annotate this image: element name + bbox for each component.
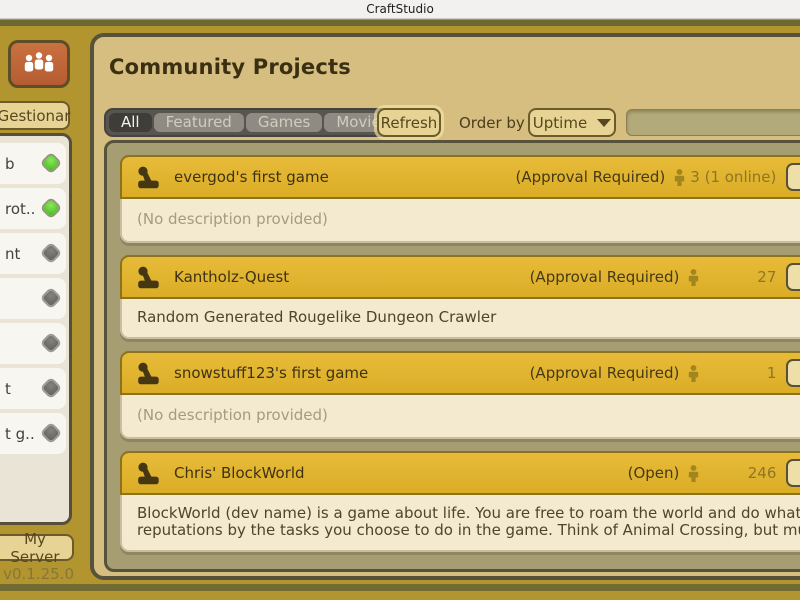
- refresh-button[interactable]: Refresh: [377, 108, 441, 137]
- order-by-label: Order by: [459, 114, 525, 132]
- person-icon: [688, 364, 699, 382]
- description-line: (No description provided): [137, 406, 328, 424]
- page-title: Community Projects: [109, 55, 351, 79]
- status-icon: [42, 379, 60, 397]
- sidebar-item-label: t: [5, 379, 11, 398]
- community-projects-panel: Community Projects All Featured Games Mo…: [90, 33, 800, 580]
- status-icon: [42, 424, 60, 442]
- sidebar-list-item[interactable]: nt: [0, 233, 66, 274]
- project-access-label: (Approval Required): [515, 168, 666, 186]
- status-icon: [42, 334, 60, 352]
- sidebar-list-item[interactable]: [0, 323, 66, 364]
- project-description: (No description provided): [120, 199, 800, 243]
- chevron-down-icon: [597, 118, 612, 127]
- project-card: evergod's first game (Approval Required)…: [120, 155, 800, 243]
- refresh-label: Refresh: [380, 113, 438, 132]
- joystick-icon: [136, 362, 161, 385]
- join-button[interactable]: Ingr: [786, 163, 800, 191]
- project-access-label: (Approval Required): [529, 364, 680, 382]
- window-titlebar[interactable]: CraftStudio: [0, 0, 800, 19]
- project-access-label: (Approval Required): [529, 268, 680, 286]
- description-line: Random Generated Rougelike Dungeon Crawl…: [137, 308, 497, 326]
- joystick-icon: [136, 462, 161, 485]
- filter-toolbar: All Featured Games Movies Refresh Order …: [94, 108, 800, 138]
- sidebar-list-item[interactable]: rot...: [0, 188, 66, 229]
- gestionar-button[interactable]: Gestionar: [0, 101, 70, 130]
- search-input[interactable]: [626, 109, 800, 136]
- my-server-label: My Server: [10, 529, 60, 566]
- sidebar-item-label: t g...: [5, 424, 36, 443]
- project-player-count: 27: [757, 268, 777, 286]
- sidebar-list-item[interactable]: t: [0, 368, 66, 409]
- project-list[interactable]: evergod's first game (Approval Required)…: [104, 140, 800, 572]
- description-line: (No description provided): [137, 210, 328, 228]
- gestionar-label: Gestionar: [0, 106, 71, 125]
- project-access-label: (Open): [627, 464, 680, 482]
- description-line: reputations by the tasks you choose to d…: [137, 521, 800, 539]
- project-header[interactable]: evergod's first game (Approval Required)…: [120, 155, 800, 199]
- sidebar-server-list: b rot... nt t t g...: [0, 133, 72, 525]
- filter-tab-all[interactable]: All: [109, 113, 152, 132]
- project-name: Chris' BlockWorld: [174, 464, 305, 482]
- join-button[interactable]: Ingr: [786, 263, 800, 291]
- window-bottom-border: [0, 584, 800, 591]
- group-icon: [20, 50, 58, 79]
- project-header[interactable]: snowstuff123's first game (Approval Requ…: [120, 351, 800, 395]
- project-header[interactable]: Chris' BlockWorld (Open) 246 Ingr: [120, 451, 800, 495]
- window-top-border: [0, 20, 800, 26]
- project-card: snowstuff123's first game (Approval Requ…: [120, 351, 800, 439]
- project-card: Kantholz-Quest (Approval Required) 27 In…: [120, 255, 800, 339]
- filter-tabs: All Featured Games Movies: [104, 108, 406, 137]
- status-icon: [42, 244, 60, 262]
- sidebar-list-item[interactable]: [0, 278, 66, 319]
- sidebar-list-item[interactable]: b: [0, 143, 66, 184]
- project-name: evergod's first game: [174, 168, 329, 186]
- person-icon: [688, 464, 699, 482]
- filter-tab-games[interactable]: Games: [245, 113, 323, 132]
- project-player-count: 1: [766, 364, 777, 382]
- my-server-button[interactable]: My Server: [0, 530, 74, 566]
- sidebar-item-label: nt: [5, 244, 21, 263]
- version-label: v0.1.25.0: [3, 565, 74, 583]
- project-description: BlockWorld (dev name) is a game about li…: [120, 495, 800, 552]
- joystick-icon: [136, 266, 161, 289]
- project-name: Kantholz-Quest: [174, 268, 290, 286]
- filter-tab-featured[interactable]: Featured: [153, 113, 244, 132]
- project-header[interactable]: Kantholz-Quest (Approval Required) 27 In…: [120, 255, 800, 299]
- description-line: BlockWorld (dev name) is a game about li…: [137, 504, 800, 522]
- join-button[interactable]: Ingr: [786, 359, 800, 387]
- joystick-icon: [136, 166, 161, 189]
- project-card: Chris' BlockWorld (Open) 246 Ingr BlockW…: [120, 451, 800, 552]
- person-icon: [688, 268, 699, 286]
- order-by-dropdown[interactable]: Uptime: [528, 108, 616, 137]
- sidebar-item-label: b: [5, 154, 15, 173]
- project-description: Random Generated Rougelike Dungeon Crawl…: [120, 299, 800, 339]
- status-icon: [42, 199, 60, 217]
- sidebar-list-item[interactable]: t g...: [0, 413, 66, 454]
- status-icon: [42, 289, 60, 307]
- project-player-count: 246: [747, 464, 777, 482]
- project-name: snowstuff123's first game: [174, 364, 369, 382]
- sidebar-item-label: rot...: [5, 199, 36, 218]
- community-button[interactable]: [8, 40, 70, 88]
- order-by-value: Uptime: [532, 113, 588, 132]
- person-icon: [674, 168, 685, 186]
- status-icon: [42, 154, 60, 172]
- project-description: (No description provided): [120, 395, 800, 439]
- window-title: CraftStudio: [366, 2, 434, 16]
- join-button[interactable]: Ingr: [786, 459, 800, 487]
- project-player-count: 3 (1 online): [690, 168, 777, 186]
